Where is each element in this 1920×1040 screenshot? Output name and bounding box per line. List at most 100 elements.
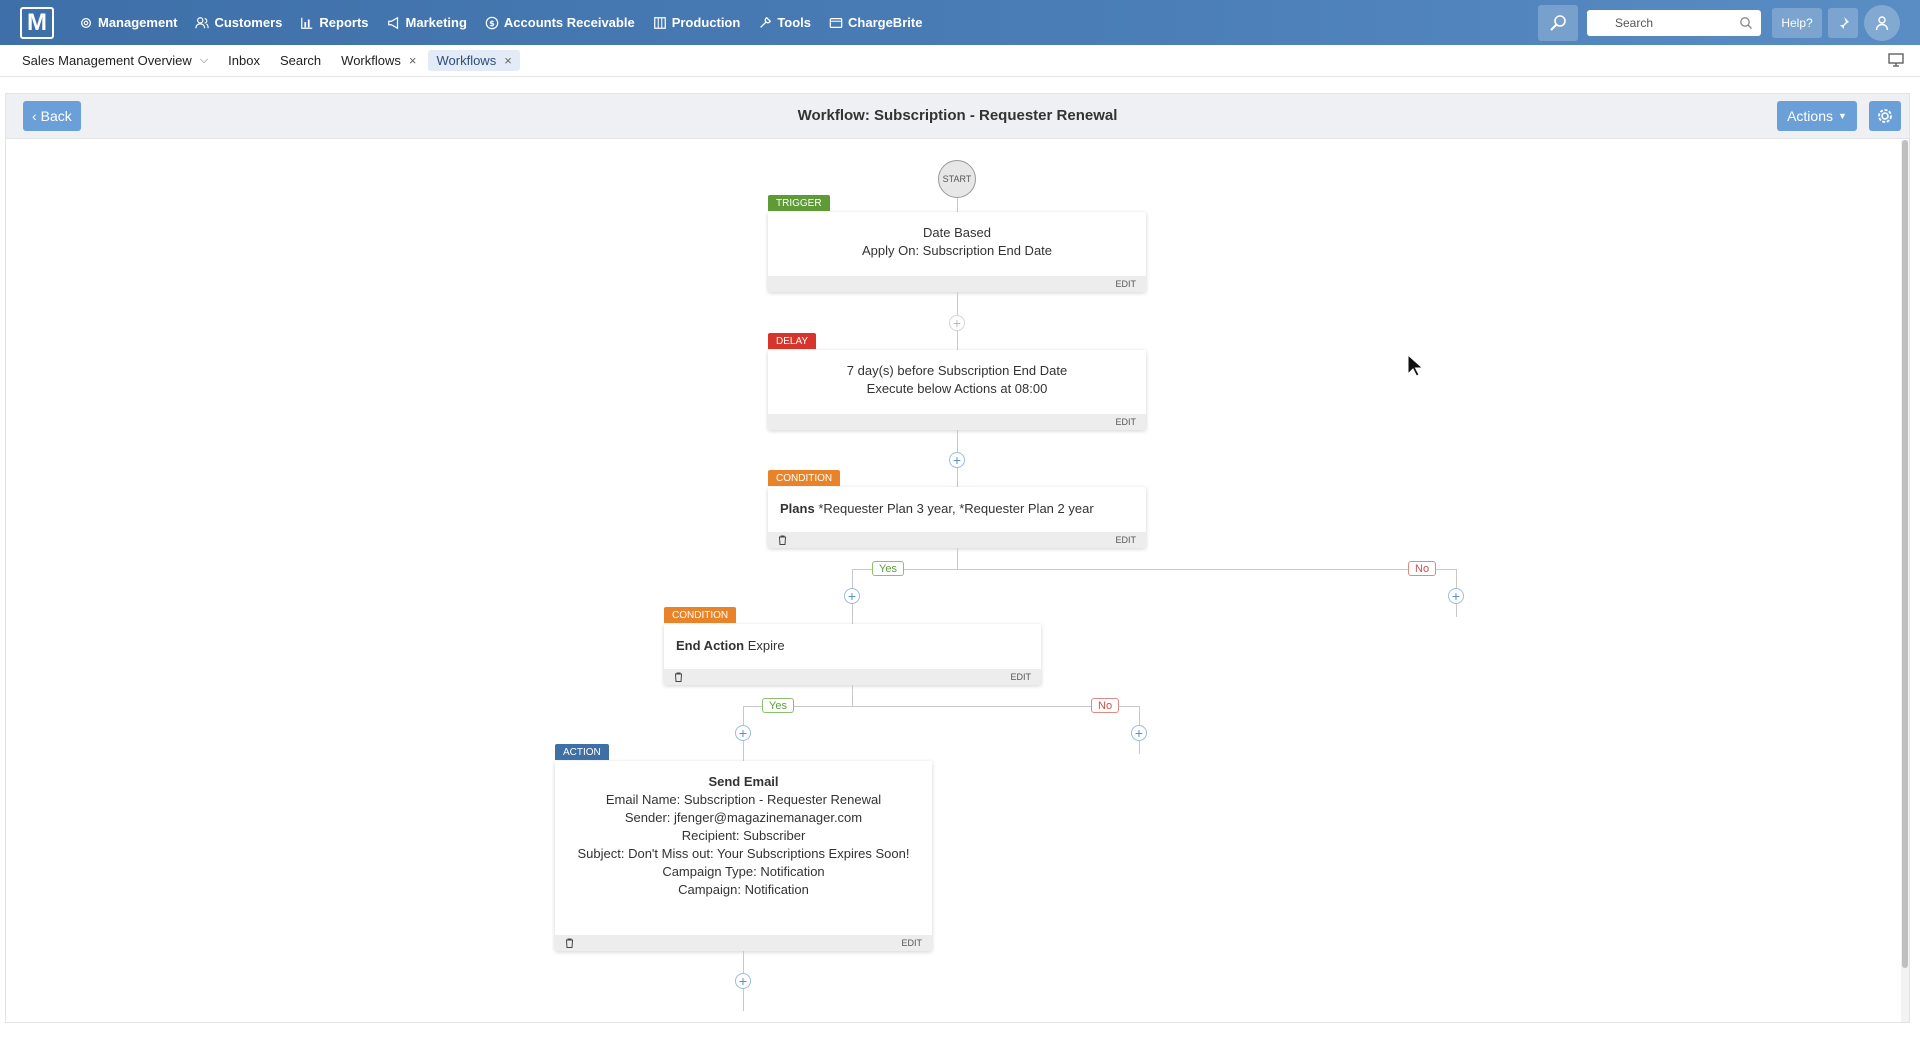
condition-card-end-action: CONDITION End Action Expire EDIT xyxy=(664,607,1041,685)
card-icon xyxy=(829,17,843,28)
card-footer: EDIT xyxy=(768,532,1146,548)
action-body: Send Email Email Name: Subscription - Re… xyxy=(555,761,932,899)
delay-body: 7 day(s) before Subscription End Date Ex… xyxy=(768,350,1146,398)
nav-production-label: Production xyxy=(671,15,741,30)
edit-condition-button[interactable]: EDIT xyxy=(1010,672,1031,682)
action-campaign-type: Campaign Type: Notification xyxy=(662,864,825,879)
open-tabs-bar: Sales Management Overview ⌵ Inbox Search… xyxy=(0,45,1920,77)
nav-reports-label: Reports xyxy=(319,15,369,30)
workflow-panel: ‹ Back Workflow: Subscription - Requeste… xyxy=(5,93,1910,1023)
settings-button[interactable] xyxy=(1869,101,1901,131)
delay-offset: 7 day(s) before Subscription End Date xyxy=(846,363,1068,378)
nav-reports[interactable]: Reports xyxy=(291,0,377,45)
caret-down-icon: ▼ xyxy=(1838,111,1847,121)
monitor-icon[interactable] xyxy=(1888,53,1904,67)
trigger-type: Date Based xyxy=(923,225,991,240)
nav-tools[interactable]: Tools xyxy=(749,0,820,45)
trigger-card: TRIGGER Date Based Apply On: Subscriptio… xyxy=(768,195,1146,292)
delay-card: DELAY 7 day(s) before Subscription End D… xyxy=(768,333,1146,430)
action-sender: Sender: jfenger@magazinemanager.com xyxy=(624,810,863,825)
yes-branch-label: Yes xyxy=(872,561,904,576)
actions-label: Actions xyxy=(1787,108,1833,124)
no-branch-label: No xyxy=(1408,561,1437,576)
action-campaign: Campaign: Notification xyxy=(678,882,809,897)
tab-label: Inbox xyxy=(228,53,260,68)
add-step-no-branch-button[interactable]: + xyxy=(1131,725,1147,741)
condition-body: Plans *Requester Plan 3 year, *Requester… xyxy=(768,487,1146,518)
connector-line xyxy=(957,548,958,569)
edit-delay-button[interactable]: EDIT xyxy=(1115,417,1136,427)
main-menu: Management Customers Reports Marketing $… xyxy=(70,0,931,45)
add-step-button[interactable]: + xyxy=(735,973,751,989)
delay-tag: DELAY xyxy=(768,333,817,349)
wrench-icon xyxy=(760,16,772,28)
nav-production[interactable]: Production xyxy=(644,0,750,45)
search-icon[interactable] xyxy=(1739,16,1753,30)
add-step-button[interactable]: + xyxy=(735,725,751,741)
trigger-tag: TRIGGER xyxy=(768,195,830,211)
pin-button[interactable] xyxy=(1828,7,1858,38)
trigger-apply-on: Apply On: Subscription End Date xyxy=(861,243,1053,258)
global-search xyxy=(1587,9,1761,36)
tab-workflows[interactable]: Workflows × xyxy=(333,50,424,71)
action-recipient: Recipient: Subscriber xyxy=(681,828,806,843)
dollar-icon: $ xyxy=(485,16,499,29)
nav-accounts-receivable[interactable]: $ Accounts Receivable xyxy=(476,0,644,45)
action-title: Send Email xyxy=(708,774,779,789)
chevron-down-icon[interactable]: ⌵ xyxy=(200,54,208,67)
tab-label: Workflows xyxy=(341,53,401,68)
tab-sales-management-overview[interactable]: Sales Management Overview ⌵ xyxy=(14,50,216,71)
condition-tag: CONDITION xyxy=(664,607,737,623)
nav-customers[interactable]: Customers xyxy=(186,0,291,45)
connector-line xyxy=(852,685,853,706)
canvas-scrollbar[interactable] xyxy=(1901,140,1909,1022)
condition-value: Expire xyxy=(747,638,785,653)
edit-condition-button[interactable]: EDIT xyxy=(1115,535,1136,545)
add-step-no-branch-button[interactable]: + xyxy=(1448,588,1464,604)
quick-search-button[interactable] xyxy=(1538,4,1578,41)
panel-header: ‹ Back Workflow: Subscription - Requeste… xyxy=(6,94,1909,139)
scrollbar-thumb[interactable] xyxy=(1902,140,1908,968)
gear-icon xyxy=(1878,109,1892,123)
trigger-body: Date Based Apply On: Subscription End Da… xyxy=(768,212,1146,260)
add-step-button[interactable]: + xyxy=(949,315,965,331)
start-node: START xyxy=(938,160,976,198)
branch-line xyxy=(852,569,1456,570)
mouse-cursor-icon xyxy=(1407,354,1423,377)
nav-marketing[interactable]: Marketing xyxy=(378,0,476,45)
condition-value: *Requester Plan 3 year, *Requester Plan … xyxy=(818,501,1094,516)
user-profile-button[interactable] xyxy=(1864,4,1900,41)
tab-search[interactable]: Search xyxy=(272,50,329,71)
condition-tag: CONDITION xyxy=(768,470,841,486)
close-icon[interactable]: × xyxy=(504,53,512,68)
action-email-name: Email Name: Subscription - Requester Ren… xyxy=(605,792,882,807)
action-subject: Subject: Don't Miss out: Your Subscripti… xyxy=(577,846,910,861)
search-input[interactable] xyxy=(1615,15,1753,30)
add-step-button[interactable]: + xyxy=(844,588,860,604)
top-navigation-bar: M Management Customers Reports Marketing… xyxy=(0,0,1920,45)
close-icon[interactable]: × xyxy=(409,53,417,68)
trash-icon[interactable] xyxy=(674,672,683,682)
tab-label: Search xyxy=(279,53,322,68)
card-footer: EDIT xyxy=(664,669,1041,685)
help-button[interactable]: Help? xyxy=(1772,7,1822,38)
tab-workflows-active[interactable]: Workflows × xyxy=(428,50,520,71)
nav-chargebrite[interactable]: ChargeBrite xyxy=(820,0,931,45)
condition-key: Plans xyxy=(780,501,815,516)
action-tag: ACTION xyxy=(555,744,609,760)
nav-management[interactable]: Management xyxy=(70,0,186,45)
add-step-button[interactable]: + xyxy=(949,452,965,468)
app-logo[interactable]: M xyxy=(20,6,54,39)
trash-icon[interactable] xyxy=(565,938,574,948)
search-magnifier-icon xyxy=(1550,14,1566,31)
nav-marketing-label: Marketing xyxy=(405,15,467,30)
card-footer: EDIT xyxy=(768,276,1146,292)
edit-action-button[interactable]: EDIT xyxy=(901,938,922,948)
trash-icon[interactable] xyxy=(778,535,787,545)
nav-right-tools: Help? xyxy=(1538,0,1920,45)
edit-trigger-button[interactable]: EDIT xyxy=(1115,279,1136,289)
users-icon xyxy=(195,16,210,28)
actions-dropdown-button[interactable]: Actions ▼ xyxy=(1777,101,1857,131)
no-branch-label: No xyxy=(1091,698,1120,713)
tab-inbox[interactable]: Inbox xyxy=(220,50,268,71)
